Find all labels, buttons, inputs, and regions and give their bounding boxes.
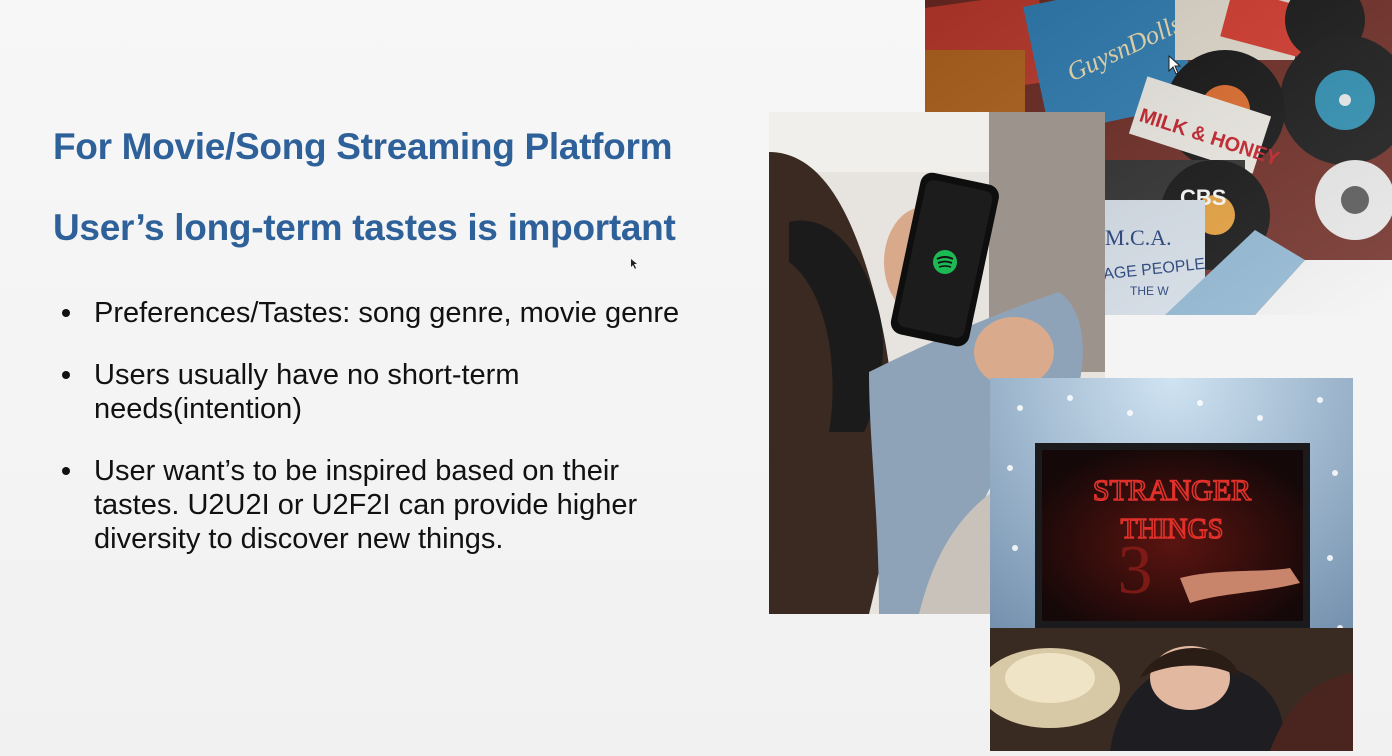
bullet-text: Users usually have no short-term needs(i… (94, 359, 520, 425)
mouse-cursor-icon (1168, 55, 1182, 75)
bullet-text: Preferences/Tastes: song genre, movie ge… (94, 297, 680, 329)
stranger-things-photo: STRANGER THINGS 3 (990, 378, 1353, 751)
bullet-list: Preferences/Tastes: song genre, movie ge… (62, 296, 742, 584)
slide-title: For Movie/Song Streaming Platform (53, 126, 673, 167)
pointer-mark-icon (631, 259, 637, 269)
bullet-icon (62, 309, 70, 317)
season-number: 3 (1118, 532, 1153, 609)
show-title-line1: STRANGER (1093, 474, 1251, 507)
bullet-item: User want’s to be inspired based on thei… (62, 454, 742, 556)
bullet-icon (62, 371, 70, 379)
bullet-icon (62, 467, 70, 475)
slide-subtitle: User’s long-term tastes is important (53, 207, 676, 248)
bullet-item: Users usually have no short-term needs(i… (62, 358, 742, 426)
bullet-text: User want’s to be inspired based on thei… (94, 455, 638, 555)
bullet-item: Preferences/Tastes: song genre, movie ge… (62, 296, 742, 330)
spotify-logo-icon (933, 250, 957, 274)
presentation-slide: For Movie/Song Streaming Platform User’s… (0, 0, 1392, 756)
